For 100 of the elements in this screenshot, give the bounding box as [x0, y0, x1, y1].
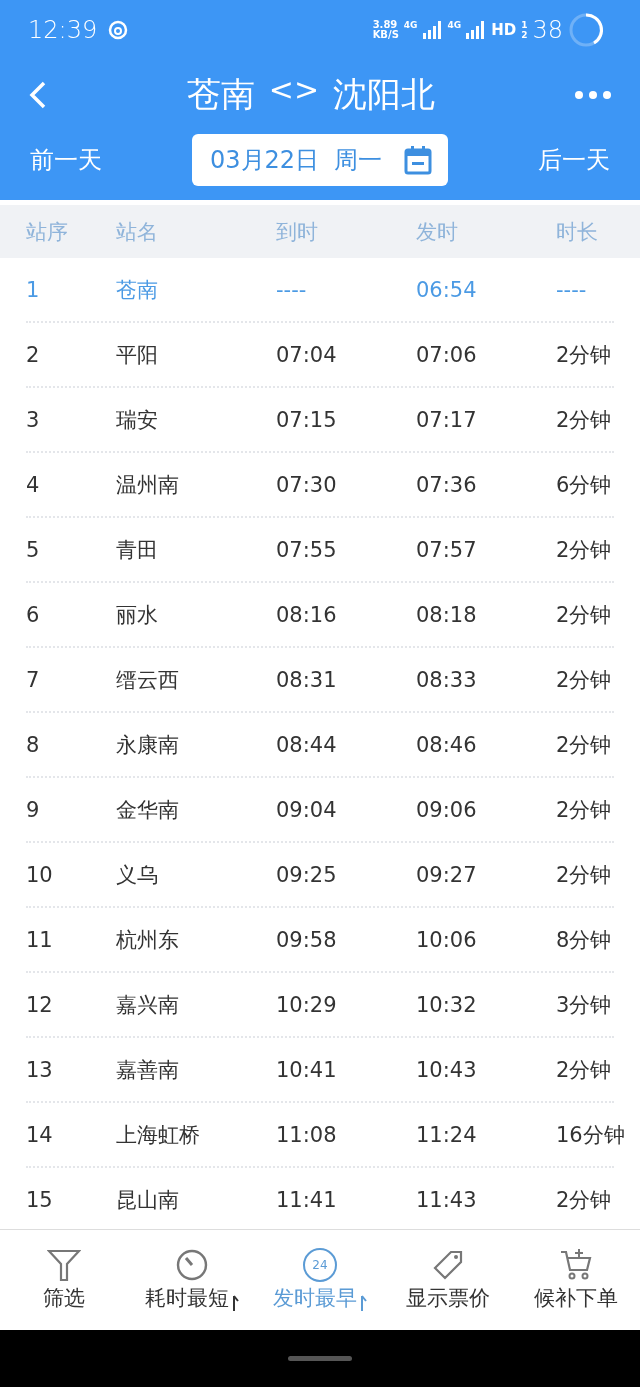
- table-cell-text: 2分钟: [556, 536, 613, 564]
- table-cell-text: 青田: [116, 536, 159, 564]
- column-header: 到时: [276, 218, 319, 246]
- table-cell-text: 2: [26, 342, 41, 367]
- table-cell-text: 10:32: [416, 992, 478, 1017]
- table-cell-text: 10:41: [276, 1057, 338, 1082]
- table-cell-text: 3: [26, 407, 41, 432]
- table-cell-text: 07:17: [416, 407, 478, 432]
- column-header: 发时: [416, 218, 459, 246]
- toolbar-tab[interactable]: 耗时最短: [128, 1230, 256, 1330]
- table-cell-text: 07:15: [276, 407, 338, 432]
- table-cell-text: 07:55: [276, 537, 338, 562]
- tag-icon: [431, 1248, 465, 1282]
- table-cell-text: 瑞安: [116, 406, 159, 434]
- battery-ring-icon: [568, 12, 604, 48]
- signal-icon: [466, 21, 487, 39]
- table-cell-text: 07:30: [276, 472, 338, 497]
- table-cell-text: 10:43: [416, 1057, 478, 1082]
- table-cell-text: 07:57: [416, 537, 478, 562]
- table-cell-text: 11:08: [276, 1122, 338, 1147]
- calendar-icon: [404, 145, 432, 175]
- table-cell-text: 09:06: [416, 797, 478, 822]
- table-cell-text: 6分钟: [556, 471, 613, 499]
- table-cell-text: 2分钟: [556, 341, 613, 369]
- cart-icon: [559, 1248, 593, 1282]
- table-cell-text: 8分钟: [556, 926, 613, 954]
- table-cell-text: 12: [26, 992, 54, 1017]
- table-cell-text: 11:24: [416, 1122, 478, 1147]
- table-cell-text: 07:36: [416, 472, 478, 497]
- signal-icon: [422, 21, 443, 39]
- more-icon[interactable]: [574, 90, 612, 100]
- speed-unit: KB/S: [372, 30, 399, 40]
- table-cell-text: 08:46: [416, 732, 478, 757]
- origin-station: 苍南: [186, 73, 255, 116]
- table-cell-text: 2分钟: [556, 601, 613, 629]
- table-cell-text: 缙云西: [116, 666, 180, 694]
- table-cell-text: 11:41: [276, 1187, 338, 1212]
- table-cell-text: 8: [26, 732, 41, 757]
- table-cell-text: 丽水: [116, 601, 159, 629]
- table-cell-text: ----: [276, 277, 308, 302]
- battery-level: 38: [532, 16, 563, 44]
- toolbar-tab[interactable]: 显示票价: [384, 1230, 512, 1330]
- table-cell-text: 2分钟: [556, 1056, 613, 1084]
- table-cell-text: ----: [556, 277, 588, 302]
- table-cell-text: 6: [26, 602, 41, 627]
- table-cell-text: 08:31: [276, 667, 338, 692]
- hd-voice-label: HD: [491, 21, 517, 39]
- table-cell-text: 07:06: [416, 342, 478, 367]
- table-cell-text: 16分钟: [556, 1121, 625, 1149]
- table-cell-text: 义乌: [116, 861, 159, 889]
- table-cell-text: 3分钟: [556, 991, 613, 1019]
- table-cell-text: 11: [26, 927, 54, 952]
- table-cell-text: 5: [26, 537, 41, 562]
- column-header: 站名: [116, 218, 159, 246]
- filter-icon: [47, 1248, 81, 1282]
- table-cell-text: 杭州东: [116, 926, 180, 954]
- table-cell-text: 08:18: [416, 602, 478, 627]
- toolbar-tab[interactable]: 候补下单: [512, 1230, 640, 1330]
- table-cell-text: 06:54: [416, 277, 478, 302]
- table-cell-text: 11:43: [416, 1187, 478, 1212]
- table-cell-text: 10: [26, 862, 54, 887]
- table-cell-text: 2分钟: [556, 731, 613, 759]
- status-time: 12:39: [28, 16, 98, 44]
- back-icon[interactable]: [28, 80, 48, 110]
- table-cell-text: 9: [26, 797, 41, 822]
- table-cell-text: 平阳: [116, 341, 159, 369]
- table-cell-text: 14: [26, 1122, 54, 1147]
- sim-number: 1: [521, 20, 528, 30]
- destination-station: 沈阳北: [333, 73, 436, 116]
- table-cell-text: 13: [26, 1057, 54, 1082]
- table-cell-text: 15: [26, 1187, 54, 1212]
- table-cell-text: 金华南: [116, 796, 180, 824]
- network-speed: 3.89: [372, 20, 399, 30]
- clock-icon: 24: [303, 1248, 337, 1282]
- table-cell-text: 2分钟: [556, 666, 613, 694]
- table-cell-text: 昆山南: [116, 1186, 180, 1214]
- network-type: 4G: [447, 20, 462, 30]
- table-cell-text: 2分钟: [556, 861, 613, 889]
- table-cell-text: 2分钟: [556, 406, 613, 434]
- table-cell-text: 10:29: [276, 992, 338, 1017]
- table-cell-text: 10:06: [416, 927, 478, 952]
- column-header: 站序: [26, 218, 69, 246]
- table-cell-text: 09:58: [276, 927, 338, 952]
- table-cell-text: 嘉善南: [116, 1056, 180, 1084]
- table-cell-text: 2分钟: [556, 796, 613, 824]
- table-cell-text: 嘉兴南: [116, 991, 180, 1019]
- column-header: 时长: [556, 218, 599, 246]
- table-cell-text: 7: [26, 667, 41, 692]
- table-cell-text: 苍南: [116, 276, 159, 304]
- network-type: 4G: [403, 20, 418, 30]
- table-cell-text: 上海虹桥: [116, 1121, 201, 1149]
- app-icon: [108, 20, 129, 40]
- table-cell-text: 09:04: [276, 797, 338, 822]
- table-cell-text: 07:04: [276, 342, 338, 367]
- toolbar-tab[interactable]: 筛选: [0, 1230, 128, 1330]
- table-cell-text: 08:44: [276, 732, 338, 757]
- table-cell-text: 08:33: [416, 667, 478, 692]
- table-cell-text: 09:27: [416, 862, 478, 887]
- sim-number: 2: [521, 30, 528, 40]
- table-cell-text: 08:16: [276, 602, 338, 627]
